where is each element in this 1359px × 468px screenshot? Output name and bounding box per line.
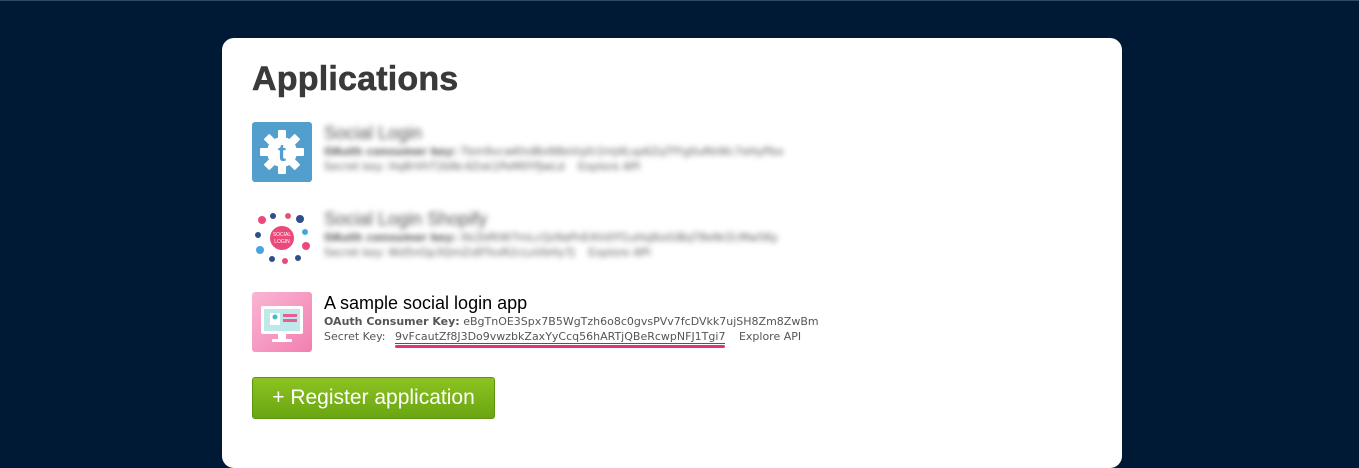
secret-key-label: Secret key: xyxy=(324,160,385,173)
explore-api-link[interactable]: Explore API xyxy=(739,330,801,343)
secret-key-row: Secret Key: 9vFcautZf8J3Do9vwzbkZaxYyCcq… xyxy=(324,329,1044,344)
secret-key-value[interactable]: Wd5nGp3QmZs8TkxR2cLoVbHy7J xyxy=(388,246,574,259)
secret-key-label: Secret Key: xyxy=(324,330,386,343)
monitor-lock-icon[interactable] xyxy=(252,292,312,352)
consumer-key-value: Xk2bRtW7mLcQz9aPnE4VdYf1uHsJ6oGiBqT8eNrZ… xyxy=(460,231,778,244)
consumer-key-label: OAuth consumer key: xyxy=(324,231,457,244)
app-name[interactable]: Social Login Shopify xyxy=(324,208,1044,230)
app-name[interactable]: Social Login xyxy=(324,122,1044,144)
page-title: Applications xyxy=(252,60,459,99)
tumblr-gear-icon[interactable]: t xyxy=(252,122,312,182)
register-application-button[interactable]: + Register application xyxy=(252,377,495,419)
consumer-key-row: OAuth consumer key: Xk2bRtW7mLcQz9aPnE4V… xyxy=(324,230,1044,245)
consumer-key-value: Tbm9vcwKhdBxN8eVqXr2mJ4Lsp6ZqTfYg0uRkWc7… xyxy=(460,145,784,158)
consumer-key-label: OAuth consumer key: xyxy=(324,145,457,158)
secret-key-label: Secret key: xyxy=(324,246,385,259)
app-item-social-login-shopify: SOCIAL LOGIN Social Login Shopify OAuth … xyxy=(252,208,1052,268)
consumer-key-label: OAuth Consumer Key: xyxy=(324,315,460,328)
svg-text:SOCIAL: SOCIAL xyxy=(273,232,292,238)
secret-key-value[interactable]: Hq8rVhT2bNc4Zxk1PeM0YfJwLd xyxy=(388,160,564,173)
app-details: A sample social login app OAuth Consumer… xyxy=(324,292,1044,344)
consumer-key-value: eBgTnOE3Spx7B5WgTzh6o8c0gvsPVv7fcDVkk7uj… xyxy=(463,315,819,328)
consumer-key-row: OAuth consumer key: Tbm9vcwKhdBxN8eVqXr2… xyxy=(324,144,1044,159)
secret-key-row: Secret key: Wd5nGp3QmZs8TkxR2cLoVbHy7J E… xyxy=(324,245,1044,260)
top-border xyxy=(0,0,1359,1)
svg-text:LOGIN: LOGIN xyxy=(274,239,290,245)
app-item-sample-social-login: A sample social login app OAuth Consumer… xyxy=(252,292,1052,352)
app-name[interactable]: A sample social login app xyxy=(324,292,1044,314)
app-details: Social Login OAuth consumer key: Tbm9vcw… xyxy=(324,122,1044,174)
explore-api-link[interactable]: Explore API xyxy=(588,246,650,259)
svg-text:t: t xyxy=(278,140,286,167)
app-details: Social Login Shopify OAuth consumer key:… xyxy=(324,208,1044,260)
consumer-key-row: OAuth Consumer Key: eBgTnOE3Spx7B5WgTzh6… xyxy=(324,314,1044,329)
applications-panel: Applications t Social Login OAuth consum… xyxy=(222,38,1122,468)
secret-key-row: Secret key: Hq8rVhT2bNc4Zxk1PeM0YfJwLd E… xyxy=(324,159,1044,174)
explore-api-link[interactable]: Explore API xyxy=(578,160,640,173)
social-login-cluster-icon[interactable]: SOCIAL LOGIN xyxy=(252,208,312,268)
app-item-social-login: t Social Login OAuth consumer key: Tbm9v… xyxy=(252,122,1052,182)
secret-key-value[interactable]: 9vFcautZf8J3Do9vwzbkZaxYyCcq56hARTjQBeRc… xyxy=(395,330,726,344)
